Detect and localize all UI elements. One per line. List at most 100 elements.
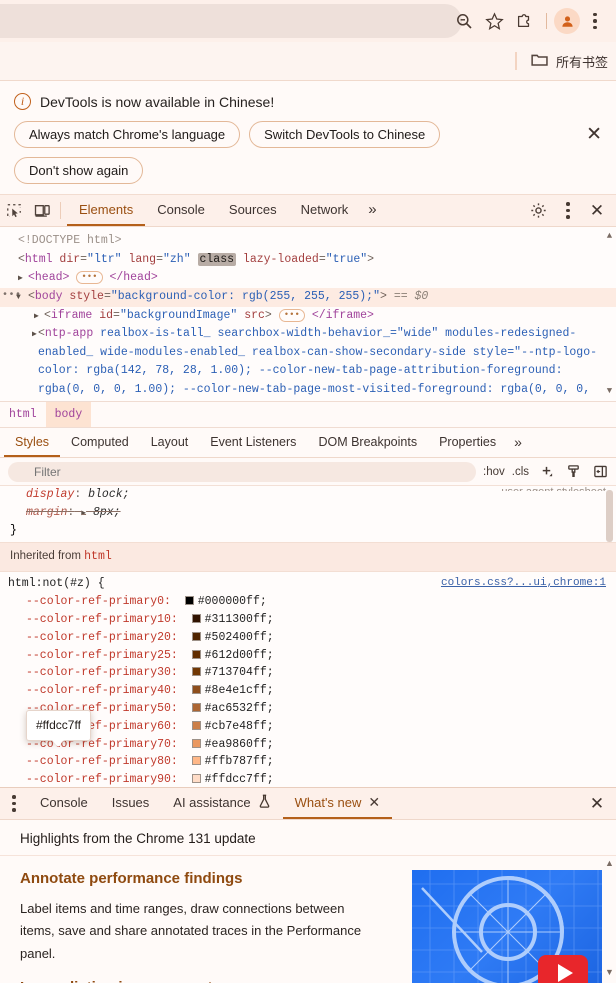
devtools-drawer: Console Issues AI assistance What's new … bbox=[0, 787, 616, 983]
css-variable-row[interactable]: --color-ref-primary50: #ac6532ff; bbox=[0, 700, 616, 718]
more-panels-icon[interactable]: » bbox=[360, 195, 384, 226]
css-variable-row[interactable]: --color-ref-primary60: #cb7e48ff; bbox=[0, 718, 616, 736]
toggle-sidebar-icon[interactable] bbox=[590, 464, 610, 479]
collapsed-children-badge[interactable]: ••• bbox=[76, 271, 103, 285]
color-swatch[interactable] bbox=[184, 596, 194, 606]
drawer-tab-whats-new[interactable]: What's new ✕ bbox=[282, 788, 393, 819]
whats-new-scrollbar[interactable]: ▲ ▼ bbox=[605, 858, 614, 977]
scroll-up-arrow-icon[interactable]: ▲ bbox=[607, 229, 612, 244]
breadcrumb-item-html[interactable]: html bbox=[0, 402, 46, 427]
rule-selector[interactable]: html:not(#z) { bbox=[8, 575, 105, 593]
close-icon[interactable]: ✕ bbox=[368, 794, 380, 811]
tab-computed[interactable]: Computed bbox=[60, 428, 140, 457]
inspect-element-icon[interactable] bbox=[0, 195, 28, 226]
styles-scrollbar[interactable] bbox=[605, 490, 614, 552]
tab-layout[interactable]: Layout bbox=[140, 428, 200, 457]
dom-node-ntp-app[interactable]: ▶ <ntp-app realbox-is-tall_ searchbox-wid… bbox=[0, 325, 616, 401]
inherited-from-tag[interactable]: html bbox=[84, 550, 112, 563]
color-swatch[interactable] bbox=[191, 756, 201, 766]
drawer-tabbar-actions: ✕ bbox=[584, 788, 616, 819]
entry-title[interactable]: Annotate performance findings bbox=[20, 870, 370, 887]
drawer-tab-console[interactable]: Console bbox=[28, 788, 100, 819]
color-swatch[interactable] bbox=[191, 738, 201, 748]
dom-node-head[interactable]: ▶ <head> ••• </head> bbox=[0, 269, 616, 288]
css-variable-row[interactable]: --color-ref-primary40: #8e4e1cff; bbox=[0, 682, 616, 700]
more-styles-tabs-icon[interactable]: » bbox=[507, 428, 529, 457]
scroll-down-arrow-icon[interactable]: ▼ bbox=[605, 967, 614, 977]
color-swatch[interactable] bbox=[191, 702, 201, 712]
expand-triangle-icon[interactable]: ▶ bbox=[32, 329, 37, 342]
tab-dom-breakpoints[interactable]: DOM Breakpoints bbox=[307, 428, 428, 457]
color-swatch[interactable] bbox=[191, 667, 201, 677]
css-variable-row[interactable]: --color-ref-primary0: #000000ff; bbox=[0, 593, 616, 611]
switch-devtools-chinese-button[interactable]: Switch DevTools to Chinese bbox=[249, 121, 441, 148]
collapsed-children-badge[interactable]: ••• bbox=[278, 308, 305, 322]
cls-toggle-button[interactable]: .cls bbox=[512, 466, 529, 478]
dont-show-again-button[interactable]: Don't show again bbox=[14, 157, 144, 184]
chrome-menu-icon[interactable] bbox=[580, 6, 610, 36]
highlighted-attribute[interactable]: class bbox=[197, 252, 237, 266]
drawer-more-options-icon[interactable] bbox=[0, 788, 28, 819]
css-variable-row[interactable]: --color-ref-primary80: #ffb787ff; bbox=[0, 753, 616, 771]
styles-filter-input[interactable] bbox=[8, 461, 476, 482]
tab-network[interactable]: Network bbox=[289, 195, 361, 226]
entry-title[interactable]: Ignore listing improvements bbox=[20, 979, 370, 983]
new-style-rule-icon[interactable] bbox=[536, 464, 556, 479]
dom-node-iframe[interactable]: ▶ <iframe id="backgroundImage" src> ••• … bbox=[0, 307, 616, 326]
tab-properties[interactable]: Properties bbox=[428, 428, 507, 457]
expand-triangle-icon[interactable]: ▶ bbox=[18, 273, 23, 286]
entry-body: Label items and time ranges, draw connec… bbox=[20, 901, 362, 961]
extensions-icon[interactable] bbox=[509, 6, 539, 36]
expand-shorthand-icon[interactable]: ▶ bbox=[81, 509, 86, 518]
scroll-down-arrow-icon[interactable]: ▼ bbox=[607, 384, 612, 399]
drawer-tab-ai-assistance[interactable]: AI assistance bbox=[161, 788, 282, 819]
whats-new-panel[interactable]: Highlights from the Chrome 131 update An… bbox=[0, 820, 616, 983]
devtools-more-options-icon[interactable] bbox=[554, 202, 582, 219]
browser-toolbar bbox=[0, 0, 616, 42]
css-variable-row[interactable]: --color-ref-primary10: #311300ff; bbox=[0, 611, 616, 629]
css-variable-row[interactable]: --color-ref-primary30: #713704ff; bbox=[0, 664, 616, 682]
color-swatch[interactable] bbox=[191, 685, 201, 695]
drawer-tab-issues[interactable]: Issues bbox=[100, 788, 162, 819]
devtools-close-icon[interactable]: ✕ bbox=[584, 201, 610, 221]
declaration-margin[interactable]: margin: ▶ 8px; bbox=[8, 504, 608, 522]
tab-console[interactable]: Console bbox=[145, 195, 217, 226]
collapse-triangle-icon[interactable]: ▼ bbox=[16, 292, 21, 305]
color-swatch[interactable] bbox=[191, 613, 201, 623]
css-variable-row[interactable]: --color-ref-primary90: #ffdcc7ff; bbox=[0, 771, 616, 787]
notice-close-icon[interactable]: ✕ bbox=[586, 125, 602, 144]
color-swatch[interactable] bbox=[191, 631, 201, 641]
styles-rules-panel[interactable]: user agent stylesheet display: block; ma… bbox=[0, 486, 616, 787]
dom-tree-scrollbar[interactable]: ▲ ▼ bbox=[605, 229, 614, 399]
chrome-devtools-video-thumbnail[interactable] bbox=[412, 870, 602, 983]
tab-event-listeners[interactable]: Event Listeners bbox=[199, 428, 307, 457]
zoom-out-icon[interactable] bbox=[449, 6, 479, 36]
tab-sources[interactable]: Sources bbox=[217, 195, 289, 226]
always-match-language-button[interactable]: Always match Chrome's language bbox=[14, 121, 241, 148]
color-swatch[interactable] bbox=[191, 774, 201, 784]
settings-gear-icon[interactable] bbox=[524, 202, 552, 219]
bookmark-star-icon[interactable] bbox=[479, 6, 509, 36]
css-variable-row[interactable]: --color-ref-primary20: #502400ff; bbox=[0, 629, 616, 647]
all-bookmarks-button[interactable]: 所有书签 bbox=[531, 52, 608, 71]
tab-elements[interactable]: Elements bbox=[67, 195, 146, 226]
color-swatch[interactable] bbox=[191, 720, 201, 730]
tab-styles[interactable]: Styles bbox=[4, 428, 61, 457]
css-variable-row[interactable]: --color-ref-primary70: #ea9860ff; bbox=[0, 736, 616, 754]
dom-tree-panel[interactable]: <!DOCTYPE html> <html dir="ltr" lang="zh… bbox=[0, 227, 616, 402]
expand-triangle-icon[interactable]: ▶ bbox=[34, 311, 39, 324]
scroll-up-arrow-icon[interactable]: ▲ bbox=[605, 858, 614, 868]
hov-toggle-button[interactable]: :hov bbox=[483, 466, 505, 478]
element-classes-paintbrush-icon[interactable] bbox=[563, 464, 583, 479]
css-variable-row[interactable]: --color-ref-primary25: #612d00ff; bbox=[0, 647, 616, 665]
youtube-play-button[interactable] bbox=[538, 955, 588, 983]
dom-node-body[interactable]: ••• ▼ <body style="background-color: rgb… bbox=[0, 287, 616, 307]
profile-avatar[interactable] bbox=[554, 8, 580, 34]
stylesheet-source-link[interactable]: colors.css?...ui,chrome:1 bbox=[441, 575, 606, 593]
breadcrumb-item-body[interactable]: body bbox=[45, 402, 92, 427]
dom-node-html[interactable]: <html dir="ltr" lang="zh" class lazy-loa… bbox=[0, 251, 616, 270]
color-swatch[interactable] bbox=[191, 649, 201, 659]
device-toolbar-icon[interactable] bbox=[28, 195, 56, 226]
omnibox[interactable] bbox=[0, 4, 462, 38]
drawer-close-icon[interactable]: ✕ bbox=[584, 794, 610, 814]
